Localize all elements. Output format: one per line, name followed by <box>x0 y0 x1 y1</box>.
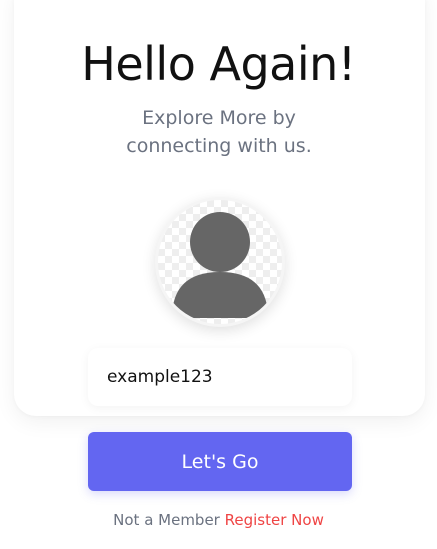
login-page: Hello Again! Explore More by connecting … <box>0 0 437 549</box>
register-prompt-text: Not a Member <box>113 511 220 529</box>
user-icon <box>172 212 268 318</box>
lets-go-button[interactable]: Let's Go <box>88 432 352 491</box>
page-subtitle: Explore More by connecting with us. <box>126 107 312 157</box>
profile-avatar[interactable] <box>155 197 285 327</box>
register-prompt: Not a Member Register Now <box>0 509 437 531</box>
username-input[interactable] <box>88 348 352 406</box>
register-link[interactable]: Register Now <box>225 511 324 529</box>
page-title: Hello Again! <box>81 37 356 91</box>
